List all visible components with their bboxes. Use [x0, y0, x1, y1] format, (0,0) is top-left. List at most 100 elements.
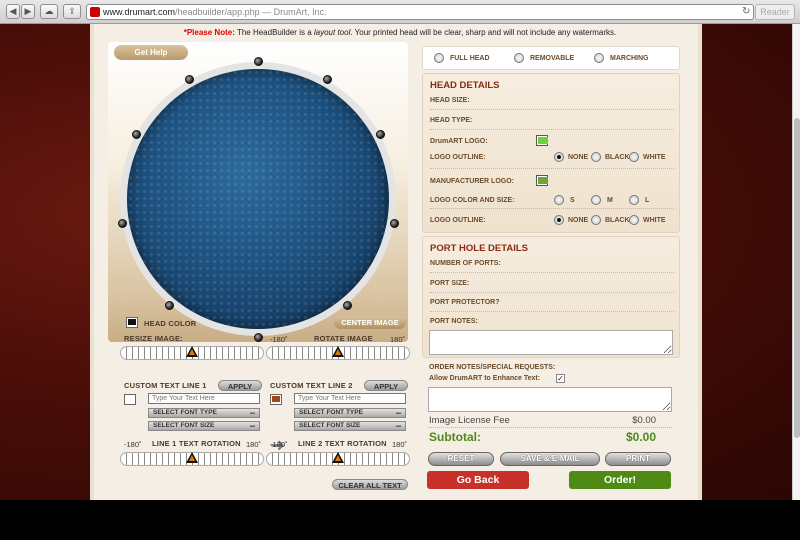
full-head-radio[interactable]	[434, 53, 444, 63]
cloud-icon[interactable]: ☁	[40, 4, 58, 19]
size-l-radio[interactable]	[629, 195, 639, 205]
address-bar[interactable]: www.drumart.com/headbuilder/app.php — Dr…	[86, 4, 754, 20]
marching-radio[interactable]	[594, 53, 604, 63]
custom-text-line-2-label: CUSTOM TEXT LINE 2	[270, 381, 353, 390]
drum-lug-icon	[165, 300, 175, 310]
head-size-label: HEAD SIZE:	[430, 97, 470, 104]
full-head-label: FULL HEAD	[450, 55, 490, 62]
drumart-logo-color-swatch[interactable]	[536, 135, 548, 146]
divider	[430, 129, 674, 130]
drum-lug-icon	[254, 333, 263, 342]
outline-black-radio[interactable]	[591, 152, 601, 162]
drum-head-canvas[interactable]	[127, 69, 389, 329]
logo-outline-2-label: LOGO OUTLINE:	[430, 217, 486, 224]
resize-slider-thumb[interactable]	[186, 346, 198, 357]
manufacturer-logo-label: MANUFACTURER LOGO:	[430, 178, 514, 185]
forward-icon[interactable]: ▶	[21, 4, 35, 19]
text-1-font-size-select[interactable]: SELECT FONT SIZE	[148, 421, 260, 431]
text-2-color-swatch[interactable]	[270, 394, 282, 405]
outline-white-radio[interactable]	[629, 152, 639, 162]
removable-radio[interactable]	[514, 53, 524, 63]
note-italic: layout tool	[313, 28, 351, 37]
reset-button[interactable]: RESET	[428, 452, 494, 466]
order-button[interactable]: Order!	[569, 471, 671, 489]
headbuilder-app: *Please Note: The HeadBuilder is a layou…	[90, 24, 702, 500]
logo-color-size-label: LOGO COLOR AND SIZE:	[430, 197, 515, 204]
reader-button[interactable]: Reader	[755, 4, 795, 20]
removable-label: REMOVABLE	[530, 55, 575, 62]
share-icon[interactable]: ⇪	[63, 4, 81, 19]
text-1-font-type-select[interactable]: SELECT FONT TYPE	[148, 408, 260, 418]
divider	[428, 427, 672, 428]
text-1-color-swatch[interactable]	[124, 394, 136, 405]
rotate-min-label: -180˚	[270, 335, 288, 344]
get-help-button[interactable]: Get Help	[114, 45, 188, 60]
outline2-black-radio[interactable]	[591, 215, 601, 225]
subtotal-value: $0.00	[625, 430, 656, 444]
head-color-swatch[interactable]	[126, 317, 138, 328]
browser-toolbar: ◀ ▶ ☁ ⇪ www.drumart.com/headbuilder/app.…	[0, 0, 800, 24]
favicon-icon	[90, 7, 100, 17]
drum-lug-icon	[375, 130, 385, 140]
custom-text-line-1-label: CUSTOM TEXT LINE 1	[124, 381, 207, 390]
apply-text-1-button[interactable]: APPLY	[218, 380, 262, 391]
port-hole-title: PORT HOLE DETAILS	[430, 243, 528, 254]
divider	[430, 272, 674, 273]
manufacturer-logo-color-swatch[interactable]	[536, 175, 548, 186]
line-2-rotation-slider[interactable]	[266, 452, 410, 466]
apply-text-2-button[interactable]: APPLY	[364, 380, 408, 391]
drum-lug-icon	[389, 218, 399, 228]
outline-black-label: BLACK	[605, 154, 630, 161]
order-notes-label: ORDER NOTES/SPECIAL REQUESTS:	[429, 364, 556, 371]
save-email-button[interactable]: SAVE & E-MAIL	[500, 452, 600, 466]
rotate-max-label: 180˚	[390, 335, 406, 344]
resize-image-slider[interactable]	[120, 346, 264, 360]
line-2-rot-max: 180˚	[392, 440, 408, 449]
text-2-font-type-select[interactable]: SELECT FONT TYPE	[294, 408, 406, 418]
port-protector-label: PORT PROTECTOR?	[430, 299, 500, 306]
outline2-white-label: WHITE	[643, 217, 666, 224]
url-domain: www.drumart.com	[103, 7, 176, 17]
drumart-logo-label: DrumART LOGO:	[430, 138, 488, 145]
marching-label: MARCHING	[610, 55, 649, 62]
port-notes-textarea[interactable]	[429, 330, 673, 355]
rotate-slider-thumb[interactable]	[332, 346, 344, 357]
clear-all-text-button[interactable]: CLEAR ALL TEXT	[332, 479, 408, 490]
size-m-label: M	[607, 197, 613, 204]
back-icon[interactable]: ◀	[6, 4, 20, 19]
size-s-label: S	[570, 197, 575, 204]
drum-texture	[127, 69, 389, 329]
line-2-rotation-thumb[interactable]	[332, 452, 344, 463]
line-1-rot-min: -180˚	[124, 440, 142, 449]
line-1-rotation-slider[interactable]	[120, 452, 264, 466]
outline2-white-radio[interactable]	[629, 215, 639, 225]
text-2-font-size-select[interactable]: SELECT FONT SIZE	[294, 421, 406, 431]
rotate-image-slider[interactable]	[266, 346, 410, 360]
resize-image-label: RESIZE IMAGE:	[124, 334, 183, 343]
line-2-rotation-label: LINE 2 TEXT ROTATION	[298, 439, 387, 448]
page-title: — DrumArt, Inc.	[259, 7, 327, 17]
note-prefix: *Please Note:	[183, 28, 235, 37]
divider	[430, 168, 674, 169]
go-back-button[interactable]: Go Back	[427, 471, 529, 489]
print-button[interactable]: PRINT	[605, 452, 671, 466]
enhance-text-checkbox[interactable]: ✓	[556, 374, 565, 383]
note-text-a: The HeadBuilder is a	[234, 28, 314, 37]
text-line-2-input[interactable]	[294, 393, 406, 404]
line-1-rotation-thumb[interactable]	[186, 452, 198, 463]
vertical-scrollbar[interactable]	[792, 24, 800, 500]
outline-none-radio[interactable]	[554, 152, 564, 162]
port-size-label: PORT SIZE:	[430, 280, 470, 287]
page-viewport: *Please Note: The HeadBuilder is a layou…	[0, 24, 792, 500]
note-text-b: . Your printed head will be clear, sharp…	[350, 28, 617, 37]
center-image-button[interactable]: CENTER IMAGE	[334, 316, 406, 329]
text-line-1-input[interactable]	[148, 393, 260, 404]
order-notes-textarea[interactable]	[428, 387, 672, 412]
size-s-radio[interactable]	[554, 195, 564, 205]
subtotal-label: Subtotal:	[429, 430, 481, 444]
layout-note: *Please Note: The HeadBuilder is a layou…	[94, 28, 706, 37]
size-m-radio[interactable]	[591, 195, 601, 205]
reload-icon[interactable]: ↻	[742, 6, 750, 17]
scrollbar-thumb[interactable]	[794, 118, 800, 438]
outline2-none-radio[interactable]	[554, 215, 564, 225]
